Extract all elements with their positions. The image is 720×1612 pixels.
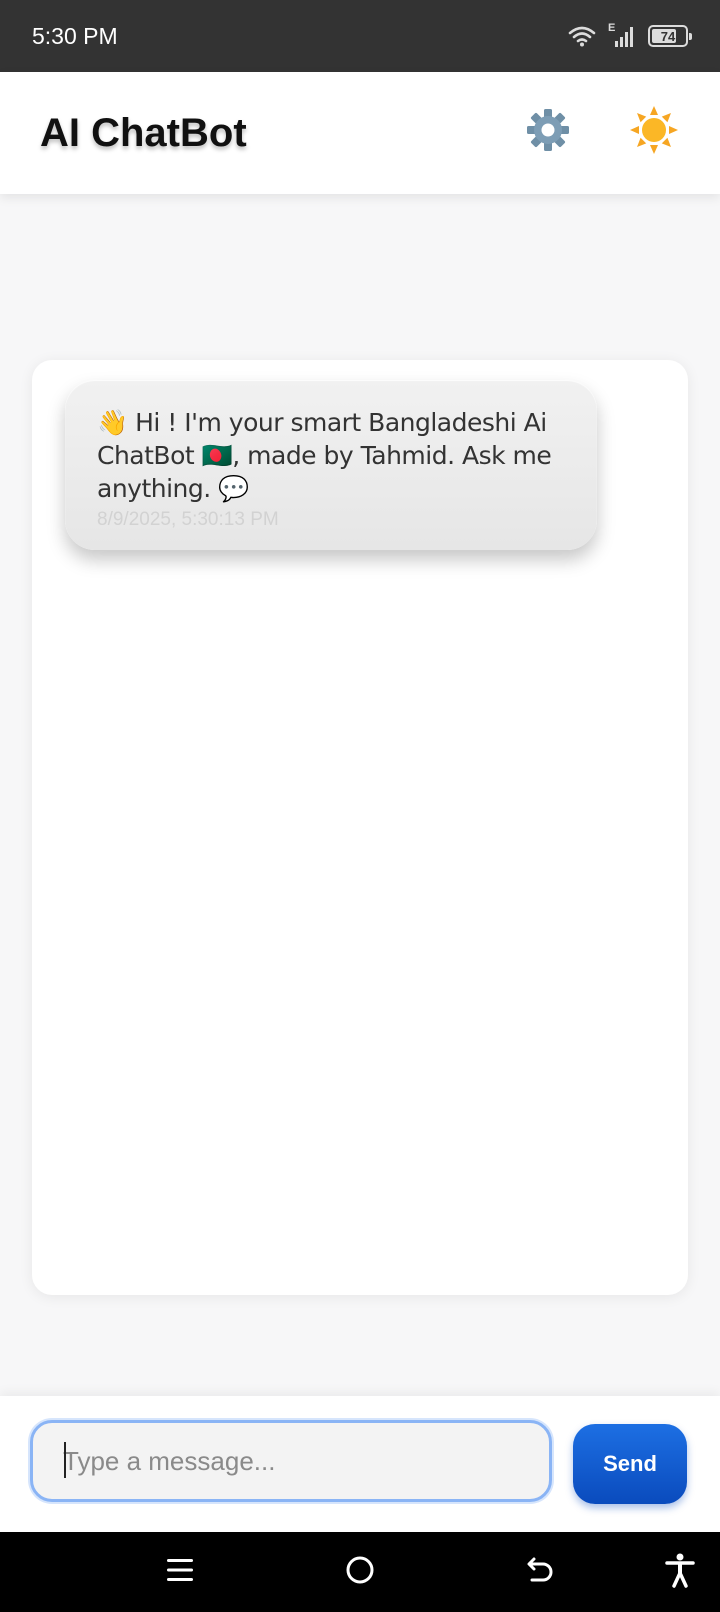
app-header: AI ChatBot [0, 72, 720, 194]
text-caret [64, 1442, 66, 1478]
home-button[interactable] [340, 1552, 380, 1592]
back-button[interactable] [520, 1552, 560, 1592]
wifi-icon [568, 25, 596, 47]
accessibility-button[interactable] [660, 1552, 700, 1592]
composer-bar: Send [0, 1396, 720, 1532]
message-text: 👋 Hi ! I'm your smart Bangladeshi Ai Cha… [97, 408, 552, 503]
menu-button[interactable] [160, 1552, 200, 1592]
menu-icon [165, 1556, 195, 1589]
battery-level: 74 [660, 28, 676, 44]
status-icons: E 74 [568, 22, 692, 48]
message-input[interactable] [30, 1420, 552, 1502]
signal-icon: E [608, 22, 636, 48]
gear-icon [525, 107, 571, 158]
settings-button[interactable] [520, 104, 576, 160]
bot-message-bubble: 👋 Hi ! I'm your smart Bangladeshi Ai Cha… [65, 380, 597, 550]
message-timestamp: 8/9/2025, 5:30:13 PM [97, 509, 279, 530]
system-nav-bar [0, 1532, 720, 1612]
theme-toggle-button[interactable] [626, 104, 682, 160]
chat-window[interactable]: 👋 Hi ! I'm your smart Bangladeshi Ai Cha… [32, 360, 688, 1295]
status-time: 5:30 PM [32, 22, 118, 49]
send-button[interactable]: Send [573, 1424, 687, 1504]
app-title: AI ChatBot [40, 110, 247, 155]
back-icon [524, 1554, 556, 1591]
battery-icon: 74 [648, 25, 692, 47]
accessibility-icon [664, 1552, 696, 1593]
home-icon [344, 1554, 376, 1591]
status-bar: 5:30 PM E 74 [0, 0, 720, 72]
sun-icon [629, 105, 679, 160]
